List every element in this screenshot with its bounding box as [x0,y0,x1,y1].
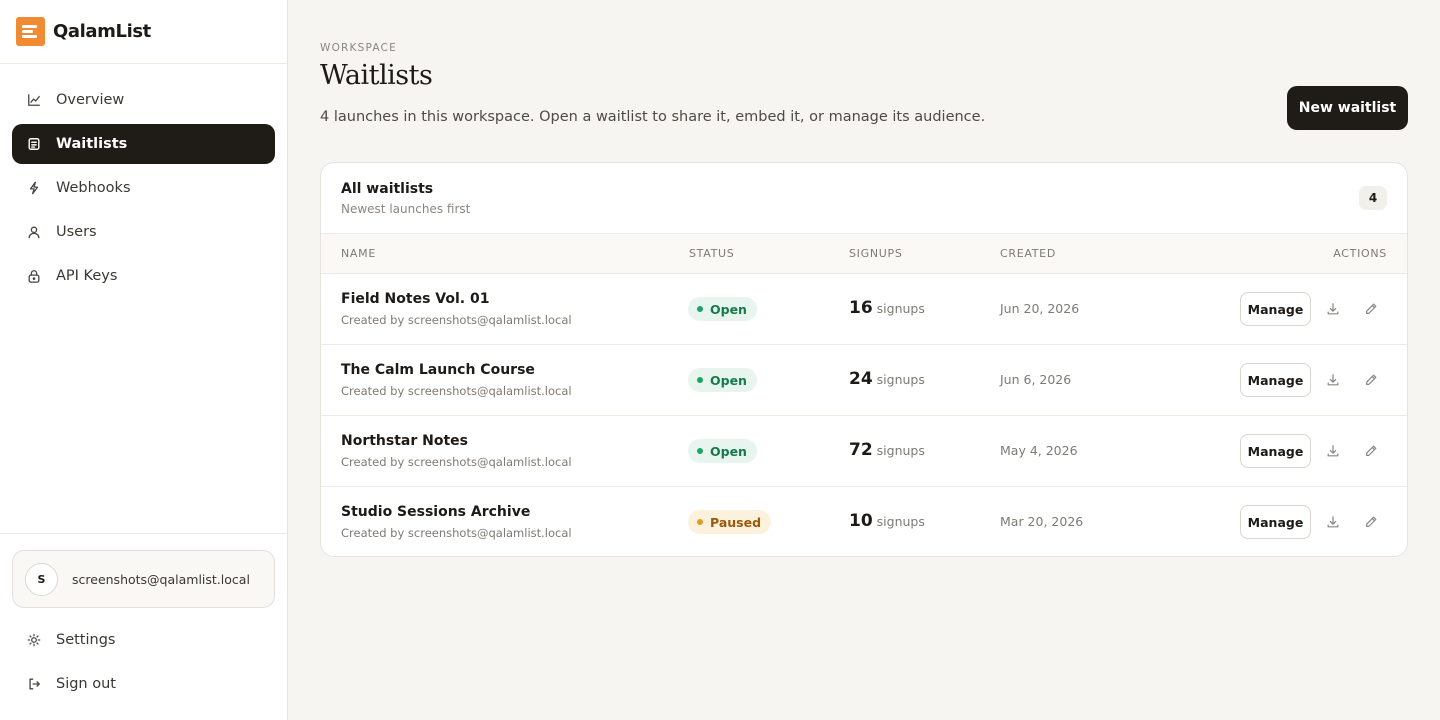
created-date: Jun 6, 2026 [1000,372,1072,387]
status-badge: Open [688,368,757,392]
nav-item-label: Waitlists [56,136,128,152]
new-waitlist-button[interactable]: New waitlist [1287,86,1408,130]
main-content: WORKSPACE Waitlists 4 launches in this w… [288,0,1440,720]
signups-count: 72 signups [849,440,925,460]
created-date: May 4, 2026 [1000,443,1078,458]
user-card[interactable]: S screenshots@qalamlist.local [12,550,275,608]
nav-item-settings[interactable]: Settings [12,620,275,660]
table-row[interactable]: The Calm Launch Course Created by screen… [321,345,1407,416]
status-badge: Paused [688,510,772,534]
download-icon[interactable] [1325,514,1341,530]
created-date: Jun 20, 2026 [1000,301,1080,316]
sidebar: QalamList Overview Waitlists Webhooks Us… [0,0,288,720]
user-icon [27,225,41,239]
signups-number: 24 [849,369,873,389]
download-icon[interactable] [1325,301,1341,317]
card-subtitle: Newest launches first [341,202,471,216]
signups-unit: signups [876,443,925,458]
table-row[interactable]: Northstar Notes Created by screenshots@q… [321,416,1407,487]
signups-unit: signups [876,372,925,387]
signups-count: 24 signups [849,369,925,389]
signups-number: 72 [849,440,873,460]
status-label: Open [710,443,747,459]
bolt-icon [27,181,41,195]
status-badge: Open [688,297,757,321]
table-row[interactable]: Field Notes Vol. 01 Created by screensho… [321,274,1407,345]
nav-item-label: Webhooks [56,180,131,196]
sign-out-icon [27,677,41,691]
table-header: NAME STATUS SIGNUPS CREATED ACTIONS [321,234,1407,274]
lock-icon [27,269,41,283]
column-header-name: NAME [341,247,376,260]
nav-item-webhooks[interactable]: Webhooks [12,168,275,208]
signups-unit: signups [876,301,925,316]
status-dot-icon [697,377,703,383]
status-label: Paused [710,514,762,530]
nav-item-label: Overview [56,92,125,108]
waitlist-name[interactable]: Field Notes Vol. 01 [341,291,489,307]
edit-pencil-icon[interactable] [1363,372,1379,388]
download-icon[interactable] [1325,372,1341,388]
edit-pencil-icon[interactable] [1363,443,1379,459]
count-badge: 4 [1359,186,1387,210]
column-header-actions: ACTIONS [1333,247,1387,260]
created-date: Mar 20, 2026 [1000,514,1084,529]
nav-item-sign-out[interactable]: Sign out [12,664,275,704]
brand[interactable]: QalamList [0,0,287,64]
waitlist-creator: Created by screenshots@qalamlist.local [341,455,572,469]
manage-button[interactable]: Manage [1240,292,1311,326]
page-subtitle: 4 launches in this workspace. Open a wai… [320,109,986,125]
column-header-status: STATUS [689,247,735,260]
edit-pencil-icon[interactable] [1363,514,1379,530]
signups-number: 16 [849,298,873,318]
column-header-signups: SIGNUPS [849,247,903,260]
status-badge: Open [688,439,757,463]
brand-logo-icon [16,17,45,46]
waitlists-table-card: All waitlists Newest launches first 4 NA… [320,162,1408,557]
nav-item-label: Sign out [56,676,116,692]
status-dot-icon [697,448,703,454]
waitlist-creator: Created by screenshots@qalamlist.local [341,526,572,540]
download-icon[interactable] [1325,443,1341,459]
card-title: All waitlists [341,181,434,197]
brand-name: QalamList [53,21,151,42]
status-label: Open [710,372,747,388]
waitlist-name[interactable]: The Calm Launch Course [341,362,535,378]
status-dot-icon [697,519,703,525]
waitlist-name[interactable]: Studio Sessions Archive [341,504,530,520]
user-email: screenshots@qalamlist.local [72,571,250,587]
waitlist-name[interactable]: Northstar Notes [341,433,468,449]
page-eyebrow: WORKSPACE [320,42,397,54]
nav-item-waitlists[interactable]: Waitlists [12,124,275,164]
chart-line-icon [27,93,41,107]
nav-item-overview[interactable]: Overview [12,80,275,120]
manage-button[interactable]: Manage [1240,434,1311,468]
edit-pencil-icon[interactable] [1363,301,1379,317]
waitlist-creator: Created by screenshots@qalamlist.local [341,313,572,327]
signups-count: 10 signups [849,511,925,531]
table-row[interactable]: Studio Sessions Archive Created by scree… [321,487,1407,556]
nav-item-api-keys[interactable]: API Keys [12,256,275,296]
main-nav: Overview Waitlists Webhooks Users API Ke… [12,80,275,300]
signups-count: 16 signups [849,298,925,318]
manage-button[interactable]: Manage [1240,505,1311,539]
status-label: Open [710,301,747,317]
card-header: All waitlists Newest launches first 4 [321,163,1407,234]
sun-gear-icon [27,633,41,647]
status-dot-icon [697,306,703,312]
nav-item-users[interactable]: Users [12,212,275,252]
nav-item-label: API Keys [56,268,118,284]
sidebar-footer: S screenshots@qalamlist.local Settings S… [0,533,287,720]
manage-button[interactable]: Manage [1240,363,1311,397]
nav-item-label: Settings [56,632,116,648]
signups-number: 10 [849,511,873,531]
column-header-created: CREATED [1000,247,1056,260]
waitlist-creator: Created by screenshots@qalamlist.local [341,384,572,398]
page-title: Waitlists [320,60,433,91]
avatar: S [25,562,58,596]
nav-item-label: Users [56,224,97,240]
list-doc-icon [27,137,41,151]
signups-unit: signups [876,514,925,529]
